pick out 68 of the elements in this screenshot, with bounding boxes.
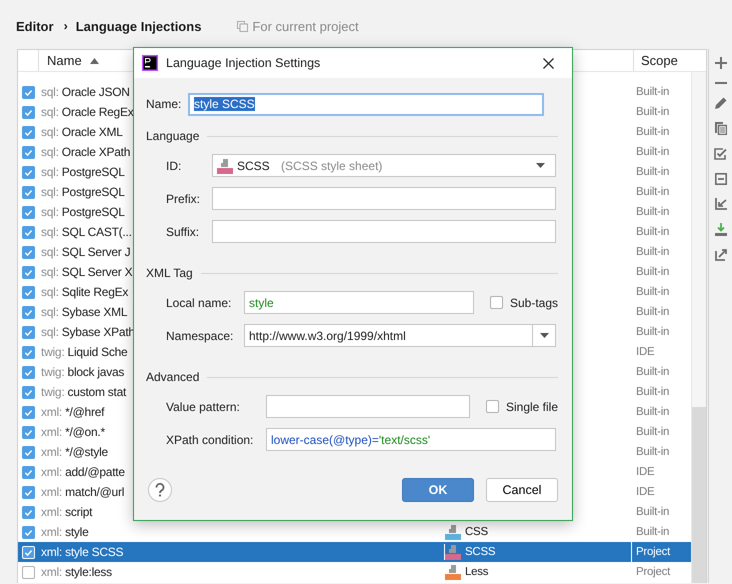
checkbox-label: Sub-tags — [510, 296, 558, 310]
injection-name: xml: add/@patte — [41, 465, 125, 479]
scope-label: Built-in — [636, 226, 670, 238]
injection-name: xml: style:less — [41, 565, 112, 579]
injection-name: sql: SQL Server J — [41, 245, 130, 259]
injection-name: sql: Oracle JSON — [41, 85, 130, 99]
scope-label: Built-in — [636, 446, 670, 458]
breadcrumb-separator: › — [64, 19, 68, 33]
scope-label: Built-in — [636, 246, 670, 258]
scope-label: Built-in — [636, 206, 670, 218]
scope-label: Built-in — [636, 266, 670, 278]
scope-note: For current project — [252, 18, 359, 34]
injection-name: xml: match/@url — [41, 485, 124, 499]
injection-name: xml: script — [41, 505, 92, 519]
injection-name: twig: custom stat — [41, 385, 126, 399]
injection-name: xml: style SCSS — [41, 545, 124, 559]
field-label: ID: — [166, 158, 182, 172]
scope-label: Built-in — [636, 426, 670, 438]
scope-label: Built-in — [636, 166, 670, 178]
language-name: SCSS — [465, 546, 496, 558]
scope-label: Built-in — [636, 406, 670, 418]
scope-label: IDE — [636, 486, 654, 498]
scope-label: Built-in — [636, 366, 670, 378]
language-name: CSS — [465, 526, 488, 538]
scope-label: Built-in — [636, 106, 670, 118]
scope-label: Built-in — [636, 306, 670, 318]
scope-label: Built-in — [636, 506, 670, 518]
field-label: XPath condition: — [166, 432, 254, 446]
field-label: Suffix: — [166, 224, 200, 238]
injection-name: twig: Liquid Sche — [41, 345, 128, 359]
injection-name: sql: Sqlite RegEx — [41, 285, 128, 299]
scope-label: Built-in — [636, 186, 670, 198]
section-heading: Advanced — [146, 370, 200, 384]
field-label: Name: — [146, 97, 182, 111]
injection-name: xml: style — [41, 525, 89, 539]
scope-label: IDE — [636, 466, 654, 478]
checkbox-label: Single file — [506, 400, 558, 414]
injection-name: twig: block javas — [41, 365, 124, 379]
scope-label: Project — [636, 546, 670, 558]
field-label: Local name: — [166, 296, 232, 310]
scope-label: Built-in — [636, 146, 670, 158]
injection-name: sql: PostgreSQL — [41, 205, 125, 219]
scope-label: Built-in — [636, 386, 670, 398]
field-label: Namespace: — [166, 328, 234, 342]
scope-label: IDE — [636, 346, 654, 358]
scope-label: Built-in — [636, 526, 670, 538]
language-name: Less — [465, 566, 488, 578]
section-heading: XML Tag — [146, 266, 193, 280]
injection-name: xml: */@href — [41, 405, 104, 419]
injection-name: sql: Oracle XPath — [41, 145, 130, 159]
injection-name: sql: Sybase XML — [41, 305, 128, 319]
injection-name: sql: SQL Server X — [41, 265, 132, 279]
scope-label: Built-in — [636, 86, 670, 98]
injection-name: sql: Oracle RegEx — [41, 105, 134, 119]
injection-name: xml: */@style — [41, 445, 108, 459]
injection-name: xml: */@on.* — [41, 425, 105, 439]
section-heading: Language — [146, 129, 200, 143]
injection-name: sql: PostgreSQL — [41, 185, 125, 199]
injection-name: sql: SQL CAST(... — [41, 225, 132, 239]
injection-name: sql: PostgreSQL — [41, 165, 125, 179]
scope-label: Built-in — [636, 286, 670, 298]
dialog-title: Language Injection Settings — [166, 56, 322, 70]
injection-name: sql: Oracle XML — [41, 125, 123, 139]
field-label: Prefix: — [166, 192, 202, 206]
scope-label: Built-in — [636, 326, 670, 338]
field-label: Value pattern: — [166, 400, 241, 414]
scope-label: Project — [636, 566, 670, 578]
scope-label: Built-in — [636, 126, 670, 138]
